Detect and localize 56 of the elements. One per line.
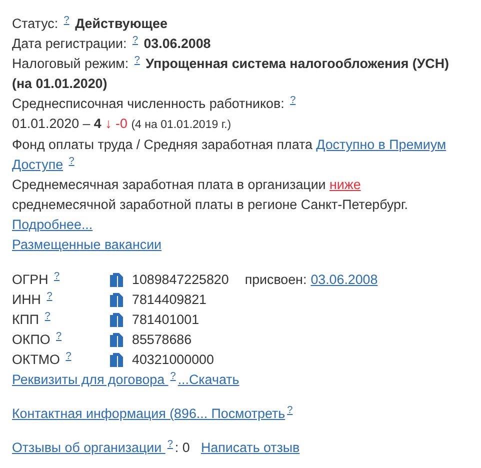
employees-change: -0 <box>116 116 128 131</box>
code-label: ОГРН <box>12 272 48 287</box>
assigned-label: присвоен: <box>244 271 307 289</box>
help-link[interactable]: ? <box>290 95 296 106</box>
trend-arrow: ↓ <box>105 116 112 131</box>
salary-text: Среднемесячная заработная плата в организации ниже среднемесячной заработной платы в регионе Санкт-Петербург. <box>12 177 408 212</box>
help-link[interactable]: ? <box>56 331 62 342</box>
code-label: ОКПО <box>12 332 50 347</box>
help-link[interactable]: ? <box>46 291 52 302</box>
code-value: 85578686 <box>132 331 192 349</box>
requisites-link[interactable]: Реквизиты для договора <box>12 372 168 387</box>
details-link[interactable]: Подробнее... <box>12 217 93 232</box>
help-link[interactable]: ? <box>68 156 74 167</box>
help-link[interactable]: ? <box>167 439 173 450</box>
employees-label: Среднесписочная численность работников: <box>12 96 284 111</box>
copy-icon[interactable] <box>110 313 124 327</box>
status-label: Статус: <box>12 16 58 31</box>
help-link[interactable]: ? <box>134 55 140 66</box>
write-review-link[interactable]: Написать отзыв <box>200 440 300 455</box>
assigned-date-link[interactable]: 03.06.2008 <box>310 270 378 290</box>
help-link[interactable]: ? <box>132 35 138 46</box>
tax-regime-value: Упрощенная система налогообложения (УСН) <box>146 56 449 71</box>
code-value: 40321000000 <box>132 351 214 369</box>
copy-icon[interactable] <box>110 353 124 367</box>
help-link[interactable]: ? <box>170 371 176 382</box>
help-link[interactable]: ? <box>287 405 293 416</box>
copy-icon[interactable] <box>110 273 124 287</box>
employees-date: 01.01.2020 – <box>12 116 90 131</box>
registration-date: 03.06.2008 <box>144 36 211 51</box>
employees-previous: (4 на 01.01.2019 г.) <box>131 119 232 131</box>
code-label: ОКТМО <box>12 352 60 367</box>
code-value: 7814409821 <box>132 291 206 309</box>
details-link[interactable]: Размещенные вакансии <box>12 237 162 252</box>
code-label: КПП <box>12 312 40 327</box>
employees-count: 4 <box>94 116 102 131</box>
contacts-link[interactable]: Контактная информация (896... Посмотреть <box>12 406 286 421</box>
copy-icon[interactable] <box>110 333 124 347</box>
premium-link[interactable]: Доступе <box>12 157 64 172</box>
reviews-count: : 0 <box>174 440 190 455</box>
help-link[interactable]: ? <box>66 351 72 362</box>
copy-icon[interactable] <box>110 293 124 307</box>
lower-link[interactable]: ниже <box>330 177 361 192</box>
code-label: ИНН <box>12 292 41 307</box>
reviews-link[interactable]: Отзывы об организации <box>12 440 166 455</box>
code-value: 1089847225820 <box>132 271 229 289</box>
help-link[interactable]: ? <box>64 15 70 26</box>
payroll-label: Фонд оплаты труда / Средняя заработная плата <box>12 137 312 152</box>
help-link[interactable]: ? <box>44 311 50 322</box>
status-value: Действующее <box>75 16 168 31</box>
help-link[interactable]: ? <box>54 271 60 282</box>
download-link[interactable]: ...Скачать <box>178 372 240 387</box>
tax-regime-label: Налоговый режим: <box>12 56 129 71</box>
tax-regime-date: (на 01.01.2020) <box>12 76 108 91</box>
premium-link[interactable]: Доступно в Премиум <box>316 137 446 152</box>
registration-label: Дата регистрации: <box>12 36 127 51</box>
code-value: 781401001 <box>132 311 200 329</box>
